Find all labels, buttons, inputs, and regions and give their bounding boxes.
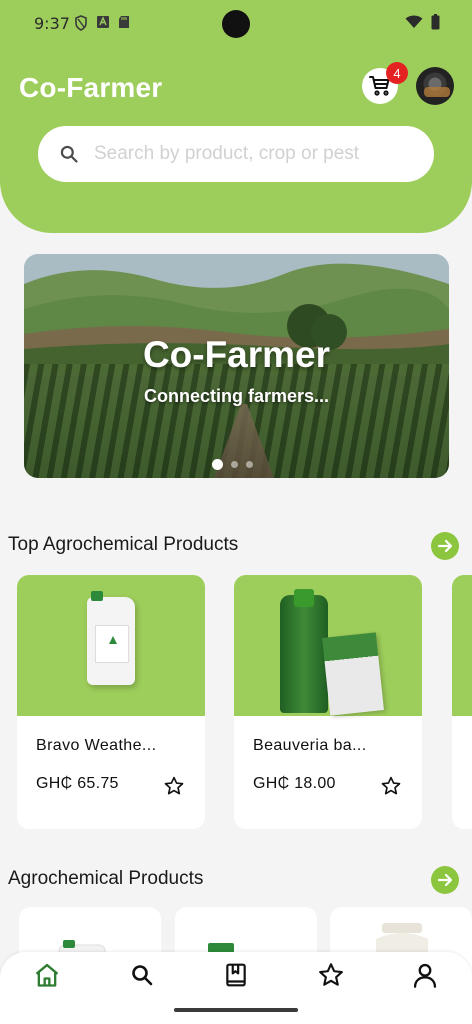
- product-card[interactable]: Bravo Weathe... GH₵ 65.75: [17, 575, 205, 829]
- carousel-dot[interactable]: [246, 461, 253, 468]
- book-icon: [226, 963, 246, 987]
- wifi-icon: [405, 15, 423, 28]
- search-input[interactable]: [94, 126, 414, 182]
- battery-icon: [431, 14, 440, 30]
- carousel-dot[interactable]: [231, 461, 238, 468]
- cart-badge: 4: [386, 62, 408, 84]
- search-bar[interactable]: [38, 126, 434, 182]
- see-all-top-products-button[interactable]: [431, 532, 459, 560]
- see-all-products-button[interactable]: [431, 866, 459, 894]
- product-price: GH₵ 18.00: [253, 775, 336, 792]
- section-title-products: Agrochemical Products: [8, 868, 204, 889]
- arrow-right-icon: [437, 873, 453, 887]
- search-icon: [60, 145, 78, 163]
- star-icon: [319, 963, 343, 986]
- status-notifications: [74, 15, 130, 31]
- banner-subtitle: Connecting farmers...: [143, 386, 330, 406]
- product-name: Beauveria ba...: [253, 737, 367, 754]
- product-name: Bravo Weathe...: [36, 737, 157, 754]
- product-bottle: [280, 589, 328, 713]
- nav-catalog[interactable]: [221, 960, 251, 990]
- product-card-partial[interactable]: [452, 575, 472, 829]
- product-price: GH₵ 65.75: [36, 775, 119, 792]
- app-title: Co-Farmer: [19, 72, 163, 103]
- search-icon: [132, 965, 153, 986]
- nav-profile[interactable]: [410, 960, 440, 990]
- jug-logo: [109, 636, 117, 644]
- product-card[interactable]: Beauveria ba... GH₵ 18.00: [234, 575, 422, 829]
- star-icon[interactable]: [380, 775, 402, 797]
- section-title-top-products: Top Agrochemical Products: [8, 534, 239, 555]
- profile-icon: [413, 963, 437, 988]
- product-jug: [87, 591, 135, 685]
- sd-card-icon: [119, 16, 129, 28]
- gesture-bar: [174, 1008, 298, 1012]
- nav-home[interactable]: [32, 960, 62, 990]
- avatar[interactable]: [416, 67, 454, 105]
- arrow-right-icon: [437, 539, 453, 553]
- product-image: [452, 575, 472, 716]
- nav-favorites[interactable]: [316, 960, 346, 990]
- product-pouch: [322, 632, 384, 716]
- front-camera: [222, 10, 250, 38]
- carousel-dots: [212, 459, 253, 470]
- jug-label: [95, 625, 129, 663]
- status-time: 9:37: [34, 14, 70, 33]
- nav-search[interactable]: [127, 960, 157, 990]
- banner-title: Co-Farmer: [142, 334, 331, 375]
- bottom-navigation: [0, 952, 472, 1024]
- shield-icon: [75, 15, 87, 31]
- carousel-dot[interactable]: [212, 459, 223, 470]
- product-image: [17, 575, 205, 716]
- home-icon: [35, 963, 59, 987]
- product-image: [234, 575, 422, 716]
- keyboard-icon: [97, 16, 109, 28]
- status-system: [405, 14, 440, 30]
- status-bar: 9:37: [0, 0, 472, 48]
- banner-carousel[interactable]: Co-Farmer Connecting farmers...: [24, 254, 449, 478]
- star-icon[interactable]: [163, 775, 185, 797]
